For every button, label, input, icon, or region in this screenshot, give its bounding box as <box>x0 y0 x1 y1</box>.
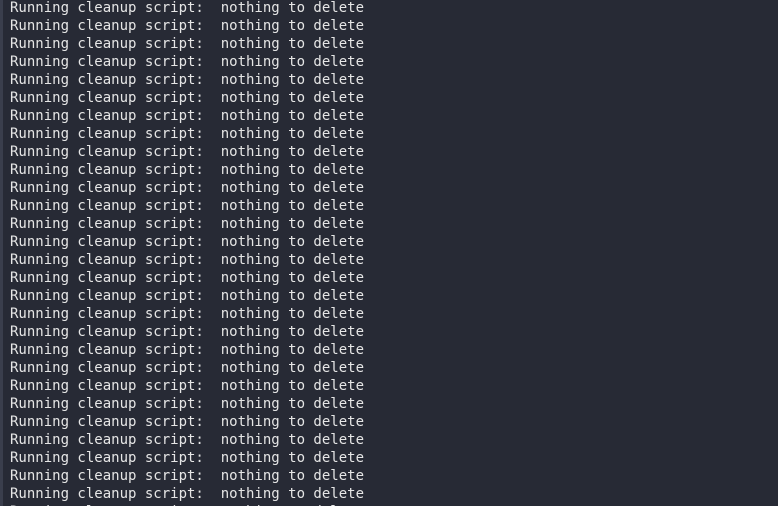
terminal-output-line: Running cleanup script: nothing to delet… <box>10 108 365 124</box>
terminal-output-line: Running cleanup script: nothing to delet… <box>10 144 365 160</box>
terminal-window[interactable]: Running cleanup script: nothing to delet… <box>0 0 778 506</box>
terminal-output-line: Running cleanup script: nothing to delet… <box>10 486 365 502</box>
terminal-output-line: Running cleanup script: nothing to delet… <box>10 378 365 394</box>
terminal-output-line: Running cleanup script: nothing to delet… <box>10 252 365 268</box>
terminal-left-border <box>0 0 3 506</box>
terminal-output-line: Running cleanup script: nothing to delet… <box>10 306 365 322</box>
terminal-output-line: Running cleanup script: nothing to delet… <box>10 468 365 484</box>
terminal-output-line: Running cleanup script: nothing to delet… <box>10 432 365 448</box>
terminal-output-line: Running cleanup script: nothing to delet… <box>10 0 365 16</box>
terminal-output-line: Running cleanup script: nothing to delet… <box>10 360 365 376</box>
terminal-output-line: Running cleanup script: nothing to delet… <box>10 396 365 412</box>
terminal-output-line: Running cleanup script: nothing to delet… <box>10 72 365 88</box>
terminal-output-line: Running cleanup script: nothing to delet… <box>10 18 365 34</box>
terminal-output-line: Running cleanup script: nothing to delet… <box>10 234 365 250</box>
terminal-output-line: Running cleanup script: nothing to delet… <box>10 198 365 214</box>
terminal-output-line: Running cleanup script: nothing to delet… <box>10 180 365 196</box>
terminal-output-line: Running cleanup script: nothing to delet… <box>10 90 365 106</box>
terminal-output[interactable]: Running cleanup script: nothing to delet… <box>10 0 364 506</box>
terminal-output-line: Running cleanup script: nothing to delet… <box>10 324 365 340</box>
terminal-output-line: Running cleanup script: nothing to delet… <box>10 270 365 286</box>
terminal-output-line: Running cleanup script: nothing to delet… <box>10 36 365 52</box>
terminal-output-line: Running cleanup script: nothing to delet… <box>10 414 365 430</box>
terminal-output-line: Running cleanup script: nothing to delet… <box>10 216 365 232</box>
terminal-output-line: Running cleanup script: nothing to delet… <box>10 162 365 178</box>
terminal-output-line: Running cleanup script: nothing to delet… <box>10 126 365 142</box>
terminal-output-line: Running cleanup script: nothing to delet… <box>10 288 365 304</box>
terminal-output-line: Running cleanup script: nothing to delet… <box>10 54 365 70</box>
terminal-output-line: Running cleanup script: nothing to delet… <box>10 450 365 466</box>
terminal-output-line: Running cleanup script: nothing to delet… <box>10 342 365 358</box>
